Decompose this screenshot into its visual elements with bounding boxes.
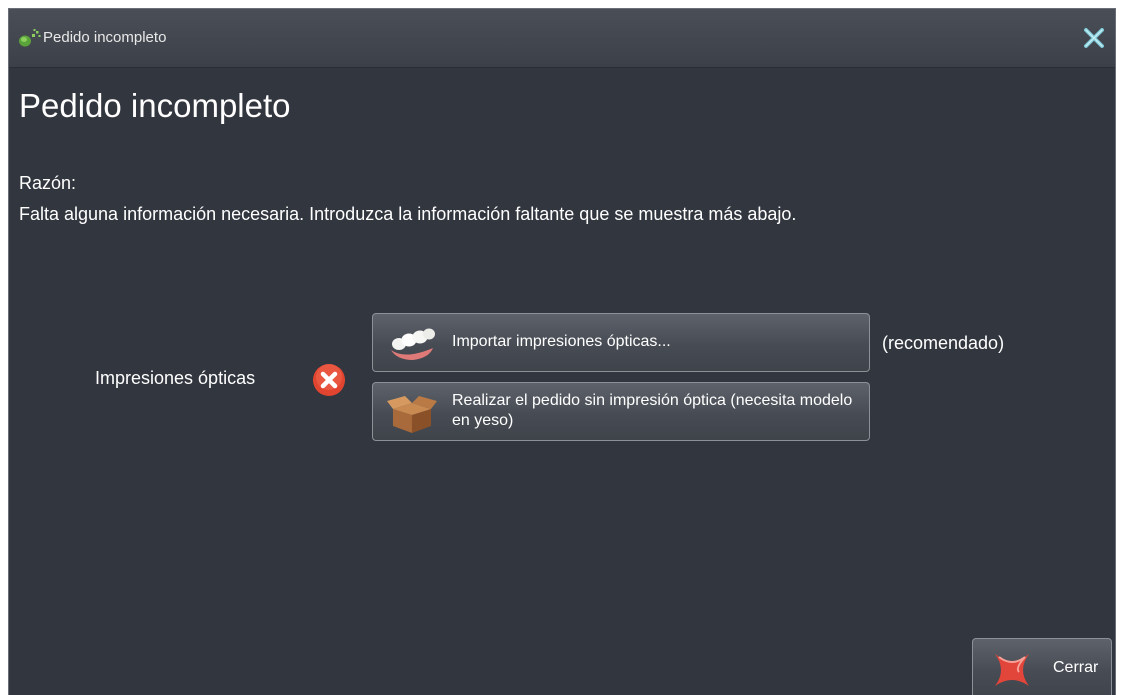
reason-label: Razón: [19, 173, 77, 193]
cancel-icon [995, 654, 1029, 686]
dental-app-icon [19, 29, 41, 47]
order-without-impression-button[interactable]: Realizar el pedido sin impresión óptica … [372, 382, 870, 441]
close-button-label: Cerrar [1053, 659, 1099, 676]
import-optical-impressions-label: Importar impresiones ópticas... [452, 333, 671, 350]
window-title: Pedido incompleto [43, 29, 167, 46]
optical-impressions-label: Impresiones ópticas [95, 368, 256, 388]
reason-text: Falta alguna información necesaria. Intr… [19, 204, 797, 224]
close-button[interactable]: Cerrar [972, 638, 1112, 695]
title-bar: Pedido incompleto [9, 9, 1115, 68]
box-icon [387, 396, 437, 433]
import-optical-impressions-button[interactable]: Importar impresiones ópticas... [372, 313, 870, 372]
teeth-icon [391, 328, 435, 360]
recommended-note: (recomendado) [882, 333, 1005, 353]
close-icon[interactable] [1083, 27, 1105, 49]
dialog-window: Pedido incompleto Pedido incompleto Razó… [8, 8, 1116, 695]
page-title: Pedido incompleto [19, 87, 291, 124]
order-without-impression-label: Realizar el pedido sin impresión óptica … [452, 392, 853, 429]
error-icon [313, 364, 345, 396]
